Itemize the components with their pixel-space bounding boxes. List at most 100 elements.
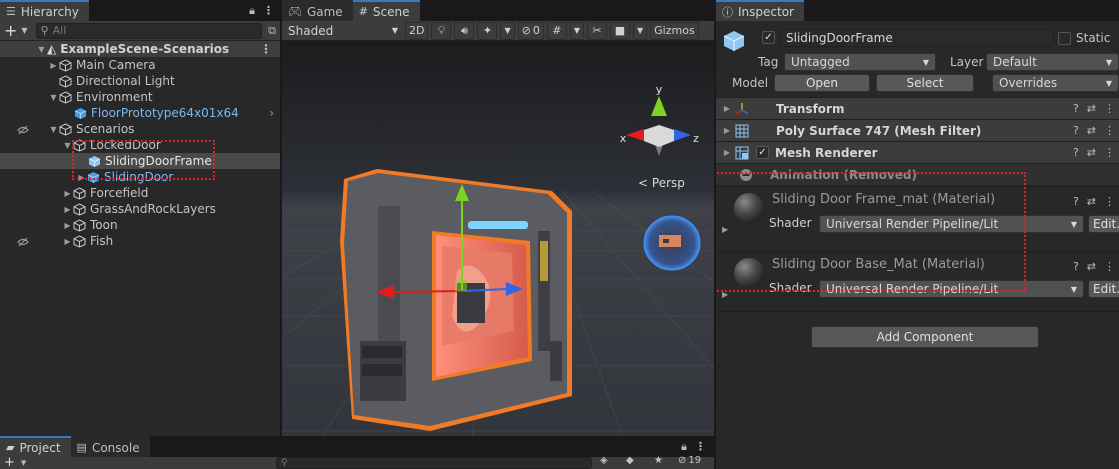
lock-icon[interactable]: 🔒︎ xyxy=(249,4,255,18)
material-block-frame[interactable]: ▶ Sliding Door Frame_mat (Material) ? ⇄ ⋮ … xyxy=(716,186,1119,246)
component-transform[interactable]: ▶ Transform ? ⇄ ⋮ xyxy=(716,97,1119,119)
expand-arrow-icon[interactable]: ▶ xyxy=(62,205,73,214)
kebab-menu-icon[interactable]: ⋮ xyxy=(1104,124,1115,137)
expand-arrow-icon[interactable]: ▶ xyxy=(720,148,734,157)
expand-arrow-icon[interactable]: ▶ xyxy=(62,189,73,198)
hierarchy-item-locked-door[interactable]: ▼ LockedDoor xyxy=(0,137,280,153)
settings-sliders-icon[interactable]: ⇄ xyxy=(1087,260,1096,273)
hierarchy-search[interactable]: ⚲ All xyxy=(35,22,263,39)
panel-menu-icon[interactable]: ⋮ xyxy=(263,4,274,17)
filter-by-label-icon[interactable]: ◆ xyxy=(626,455,634,466)
material-block-base[interactable]: ▶ Sliding Door Base_Mat (Material) ? ⇄ ⋮ S… xyxy=(716,251,1119,311)
grid-dropdown-icon[interactable]: ▼ xyxy=(569,21,584,40)
shader-dropdown[interactable]: Universal Render Pipeline/Lit ▼ xyxy=(819,280,1084,298)
camera-dropdown-icon[interactable]: ▼ xyxy=(633,21,648,40)
search-options-icon[interactable]: ⧉ xyxy=(268,24,276,38)
component-animation-removed[interactable]: Animation (Removed) xyxy=(716,163,1119,185)
camera-icon[interactable]: ■ xyxy=(610,21,630,40)
layer-dropdown[interactable]: Default ▼ xyxy=(986,53,1119,71)
hierarchy-item-grass-and-rock-layers[interactable]: ▶ GrassAndRockLayers xyxy=(0,201,280,217)
component-mesh-filter[interactable]: ▶ Poly Surface 747 (Mesh Filter) ? ⇄ ⋮ xyxy=(716,119,1119,141)
add-icon[interactable]: + xyxy=(4,456,15,469)
expand-arrow-icon[interactable]: ▶ xyxy=(722,225,728,234)
scene-viewport[interactable]: y x z < Persp xyxy=(282,41,714,436)
settings-sliders-icon[interactable]: ⇄ xyxy=(1087,146,1096,159)
panel-menu-icon[interactable]: ⋮ xyxy=(695,440,706,454)
hierarchy-item-fish[interactable]: ▶ Fish xyxy=(0,233,280,249)
settings-sliders-icon[interactable]: ⇄ xyxy=(1087,124,1096,137)
expand-arrow-icon[interactable]: ▶ xyxy=(62,237,73,246)
overrides-dropdown[interactable]: Overrides ▼ xyxy=(992,74,1119,92)
hidden-packages-toggle[interactable]: ⊘ 19 xyxy=(678,455,701,466)
effects-dropdown-icon[interactable]: ▼ xyxy=(500,21,515,40)
add-component-button[interactable]: Add Component xyxy=(811,326,1039,348)
chevron-down-icon[interactable]: ▼ xyxy=(21,26,27,35)
hierarchy-item-sliding-door-frame[interactable]: SlidingDoorFrame xyxy=(0,153,280,169)
tools-icon[interactable]: ✂ xyxy=(587,21,607,40)
tab-scene[interactable]: # Scene xyxy=(352,0,420,21)
filter-by-type-icon[interactable]: ◈ xyxy=(600,455,608,466)
select-button[interactable]: Select xyxy=(876,74,974,92)
edit-shader-button[interactable]: Edit... xyxy=(1088,280,1119,298)
projection-toggle[interactable]: < Persp xyxy=(638,176,685,190)
help-icon[interactable]: ? xyxy=(1073,195,1079,208)
object-name-field[interactable]: SlidingDoorFrame xyxy=(780,29,1054,47)
help-icon[interactable]: ? xyxy=(1073,260,1079,273)
hierarchy-item-main-camera[interactable]: ▶ Main Camera xyxy=(0,57,280,73)
static-checkbox[interactable] xyxy=(1058,32,1071,45)
add-icon[interactable]: + xyxy=(4,22,17,39)
scene-render[interactable]: y x z xyxy=(282,41,714,436)
expand-arrow-icon[interactable]: ▶ xyxy=(720,126,734,135)
enabled-checkbox[interactable]: ✓ xyxy=(756,146,769,159)
hierarchy-item-floor-prototype[interactable]: FloorPrototype64x01x64 › xyxy=(0,105,280,121)
gizmos-button[interactable]: Gizmos xyxy=(650,21,699,40)
kebab-menu-icon[interactable]: ⋮ xyxy=(1104,102,1115,115)
help-icon[interactable]: ? xyxy=(1073,146,1079,159)
tab-hierarchy[interactable]: ☰ Hierarchy xyxy=(0,0,89,21)
expand-arrow-icon[interactable]: ▼ xyxy=(36,45,47,54)
settings-sliders-icon[interactable]: ⇄ xyxy=(1087,102,1096,115)
help-icon[interactable]: ? xyxy=(1073,124,1079,137)
favorite-star-icon[interactable]: ★ xyxy=(654,455,663,466)
hierarchy-item-environment[interactable]: ▼ Environment xyxy=(0,89,280,105)
tab-inspector[interactable]: ⓘ Inspector xyxy=(716,0,804,21)
audio-toggle-icon[interactable]: 🔊︎ xyxy=(454,21,475,40)
kebab-menu-icon[interactable]: ⋮ xyxy=(1104,146,1115,159)
hierarchy-item-sliding-door[interactable]: ▶ SlidingDoor xyxy=(0,169,280,185)
expand-arrow-icon[interactable]: ▶ xyxy=(48,61,59,70)
hierarchy-item-directional-light[interactable]: Directional Light xyxy=(0,73,280,89)
forcefield-sphere[interactable] xyxy=(643,215,701,271)
mode-2d-button[interactable]: 2D xyxy=(405,21,429,40)
kebab-menu-icon[interactable]: ⋮ xyxy=(1104,260,1115,273)
sliding-door-frame-model[interactable] xyxy=(340,169,572,431)
hidden-objects-toggle[interactable]: ⊘ 0 xyxy=(517,21,544,40)
hierarchy-item-scenarios[interactable]: ▼ Scenarios xyxy=(0,121,280,137)
tab-project[interactable]: ▰ Project xyxy=(0,436,71,457)
lock-icon[interactable]: 🔒︎ xyxy=(681,440,687,454)
settings-sliders-icon[interactable]: ⇄ xyxy=(1087,195,1096,208)
chevron-down-icon[interactable]: ▼ xyxy=(21,459,26,467)
active-checkbox[interactable]: ✓ xyxy=(762,31,775,44)
project-search-input[interactable]: ⚲ xyxy=(276,457,592,469)
edit-shader-button[interactable]: Edit... xyxy=(1088,215,1119,233)
kebab-menu-icon[interactable]: ⋮ xyxy=(260,42,272,56)
expand-arrow-icon[interactable]: ▶ xyxy=(720,104,734,113)
hierarchy-scene-row[interactable]: ▼ ◭ ExampleScene-Scenarios ⋮ xyxy=(0,41,280,57)
collapse-arrow-icon[interactable]: ▼ xyxy=(48,125,59,134)
hierarchy-item-toon[interactable]: ▶ Toon xyxy=(0,217,280,233)
help-icon[interactable]: ? xyxy=(1073,102,1079,115)
tab-console[interactable]: ▤ Console xyxy=(70,436,150,457)
component-mesh-renderer[interactable]: ▶ ✓ Mesh Renderer ? ⇄ ⋮ xyxy=(716,141,1119,163)
shader-dropdown[interactable]: Universal Render Pipeline/Lit ▼ xyxy=(819,215,1084,233)
expand-arrow-icon[interactable]: ▶ xyxy=(76,173,87,182)
collapse-arrow-icon[interactable]: ▼ xyxy=(48,93,59,102)
hierarchy-item-forcefield[interactable]: ▶ Forcefield xyxy=(0,185,280,201)
expand-arrow-icon[interactable]: ▶ xyxy=(722,290,728,299)
effects-toggle-icon[interactable]: ✦ xyxy=(477,21,498,40)
tab-game[interactable]: 🎮︎ Game xyxy=(282,0,353,21)
grid-toggle-icon[interactable]: # xyxy=(546,21,567,40)
shading-mode-dropdown[interactable]: Shaded ▼ xyxy=(284,21,402,40)
kebab-menu-icon[interactable]: ⋮ xyxy=(1104,195,1115,208)
open-button[interactable]: Open xyxy=(774,74,870,92)
collapse-arrow-icon[interactable]: ▼ xyxy=(62,141,73,150)
